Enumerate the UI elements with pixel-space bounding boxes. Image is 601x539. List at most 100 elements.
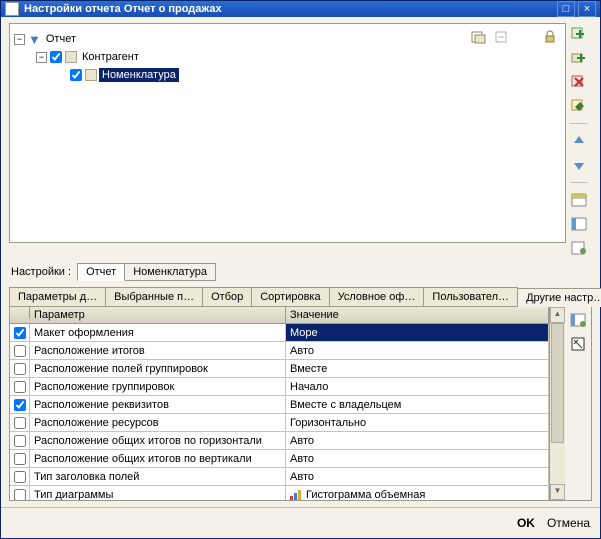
add-icon[interactable] — [570, 25, 588, 43]
ok-button[interactable]: OK — [517, 516, 535, 530]
table-row[interactable]: Расположение реквизитовВместе с владельц… — [10, 396, 549, 414]
settings-window: Настройки отчета Отчет о продажах □ × − … — [0, 0, 601, 539]
grid-side-toolbar — [565, 307, 591, 500]
row-checkbox-cell — [10, 324, 30, 341]
close-button[interactable]: × — [578, 1, 596, 17]
tree-root-label: Отчет — [43, 32, 79, 46]
help-button[interactable]: □ — [557, 1, 575, 17]
add-group-icon[interactable] — [570, 49, 588, 67]
row-checkbox[interactable] — [14, 345, 26, 357]
row-checkbox-cell — [10, 360, 30, 377]
scroll-thumb[interactable] — [551, 323, 564, 443]
scroll-up-icon[interactable]: ▲ — [550, 307, 565, 323]
row-param: Расположение группировок — [30, 378, 286, 395]
move-up-icon[interactable] — [570, 132, 588, 150]
table-icon[interactable] — [570, 191, 588, 209]
cancel-button[interactable]: Отмена — [547, 516, 590, 530]
row-value[interactable]: Гистограмма объемная — [286, 486, 549, 500]
move-down-icon[interactable] — [570, 156, 588, 174]
grid-header-value[interactable]: Значение — [286, 307, 549, 323]
properties-icon[interactable] — [570, 239, 588, 257]
table-row[interactable]: Макет оформленияМоре — [10, 324, 549, 342]
scroll-down-icon[interactable]: ▼ — [550, 484, 565, 500]
row-value[interactable]: Авто — [286, 342, 549, 359]
row-checkbox[interactable] — [14, 489, 26, 501]
row-checkbox[interactable] — [14, 381, 26, 393]
selector-tab-report[interactable]: Отчет — [77, 263, 125, 281]
row-param: Расположение общих итогов по вертикали — [30, 450, 286, 467]
tab-conditional[interactable]: Условное оф… — [329, 287, 425, 306]
tree-toolbar-top — [469, 28, 559, 46]
tab-filter[interactable]: Отбор — [202, 287, 252, 306]
tab-selected[interactable]: Выбранные п… — [105, 287, 203, 306]
grid-header-param[interactable]: Параметр — [30, 307, 286, 323]
row-checkbox-cell — [10, 468, 30, 485]
footer: OK Отмена — [1, 507, 600, 538]
funnel-icon: ▼ — [28, 32, 41, 47]
table-row[interactable]: Расположение общих итогов по горизонтали… — [10, 432, 549, 450]
tree-node-2[interactable]: Номенклатура — [14, 66, 561, 84]
row-checkbox[interactable] — [14, 363, 26, 375]
edit-icon[interactable] — [570, 97, 588, 115]
tab-other[interactable]: Другие настр… — [517, 288, 601, 307]
delete-icon[interactable] — [570, 73, 588, 91]
row-value-text: Авто — [290, 471, 314, 483]
table-row[interactable]: Расположение ресурсовГоризонтально — [10, 414, 549, 432]
report-icon — [5, 2, 19, 16]
settings-selector-row: Настройки : Отчет Номенклатура — [9, 263, 592, 281]
custom-icon[interactable] — [569, 335, 587, 353]
row-param: Тип заголовка полей — [30, 468, 286, 485]
lock-icon[interactable] — [541, 28, 559, 46]
table-row[interactable]: Расположение группировокНачало — [10, 378, 549, 396]
tree-panel: − ▼ Отчет − Контрагент Номенклатура — [9, 23, 566, 243]
tab-user[interactable]: Пользовател… — [423, 287, 518, 306]
vertical-scrollbar[interactable]: ▲ ▼ — [549, 307, 565, 500]
row-value-text: Авто — [290, 435, 314, 447]
titlebar: Настройки отчета Отчет о продажах □ × — [1, 1, 600, 17]
tree-tool-1-icon[interactable] — [469, 28, 487, 46]
row-checkbox[interactable] — [14, 417, 26, 429]
row-checkbox[interactable] — [14, 471, 26, 483]
row-value-text: Авто — [290, 453, 314, 465]
row-value[interactable]: Авто — [286, 468, 549, 485]
table-row[interactable]: Тип диаграммы Гистограмма объемная — [10, 486, 549, 500]
row-param: Расположение ресурсов — [30, 414, 286, 431]
table-row[interactable]: Расположение полей группировокВместе — [10, 360, 549, 378]
row-value[interactable]: Вместе с владельцем — [286, 396, 549, 413]
row-value[interactable]: Начало — [286, 378, 549, 395]
grid-tool-icon[interactable] — [569, 311, 587, 329]
row-param: Расположение итогов — [30, 342, 286, 359]
row-value[interactable]: Авто — [286, 450, 549, 467]
row-checkbox[interactable] — [14, 399, 26, 411]
row-checkbox-cell — [10, 396, 30, 413]
tree-node-1[interactable]: − Контрагент — [14, 48, 561, 66]
detail-icon[interactable] — [570, 215, 588, 233]
row-value-text: Море — [290, 327, 318, 339]
tree-checkbox[interactable] — [70, 69, 82, 81]
row-checkbox[interactable] — [14, 435, 26, 447]
expander-icon[interactable]: − — [14, 34, 25, 45]
parameters-grid: Параметр Значение Макет оформленияМореРа… — [10, 307, 549, 500]
expander-icon[interactable]: − — [36, 52, 47, 63]
group-icon — [65, 51, 77, 63]
row-checkbox-cell — [10, 432, 30, 449]
row-value-text: Вместе с владельцем — [290, 399, 401, 411]
table-row[interactable]: Расположение итоговАвто — [10, 342, 549, 360]
table-row[interactable]: Тип заголовка полей Авто — [10, 468, 549, 486]
row-value-text: Вместе — [290, 363, 327, 375]
row-value[interactable]: Вместе — [286, 360, 549, 377]
row-value-text: Гистограмма объемная — [306, 489, 425, 501]
row-value[interactable]: Море — [286, 324, 549, 341]
row-checkbox[interactable] — [14, 327, 26, 339]
tab-params[interactable]: Параметры д… — [9, 287, 106, 306]
row-value[interactable]: Горизонтально — [286, 414, 549, 431]
row-param: Тип диаграммы — [30, 486, 286, 500]
tree-tool-2-icon[interactable] — [493, 28, 511, 46]
tree-checkbox[interactable] — [50, 51, 62, 63]
grid-header-checkbox — [10, 307, 30, 319]
row-checkbox[interactable] — [14, 453, 26, 465]
tab-sort[interactable]: Сортировка — [251, 287, 329, 306]
table-row[interactable]: Расположение общих итогов по вертикали Ав… — [10, 450, 549, 468]
selector-tab-nomenclature[interactable]: Номенклатура — [125, 263, 216, 281]
row-value[interactable]: Авто — [286, 432, 549, 449]
